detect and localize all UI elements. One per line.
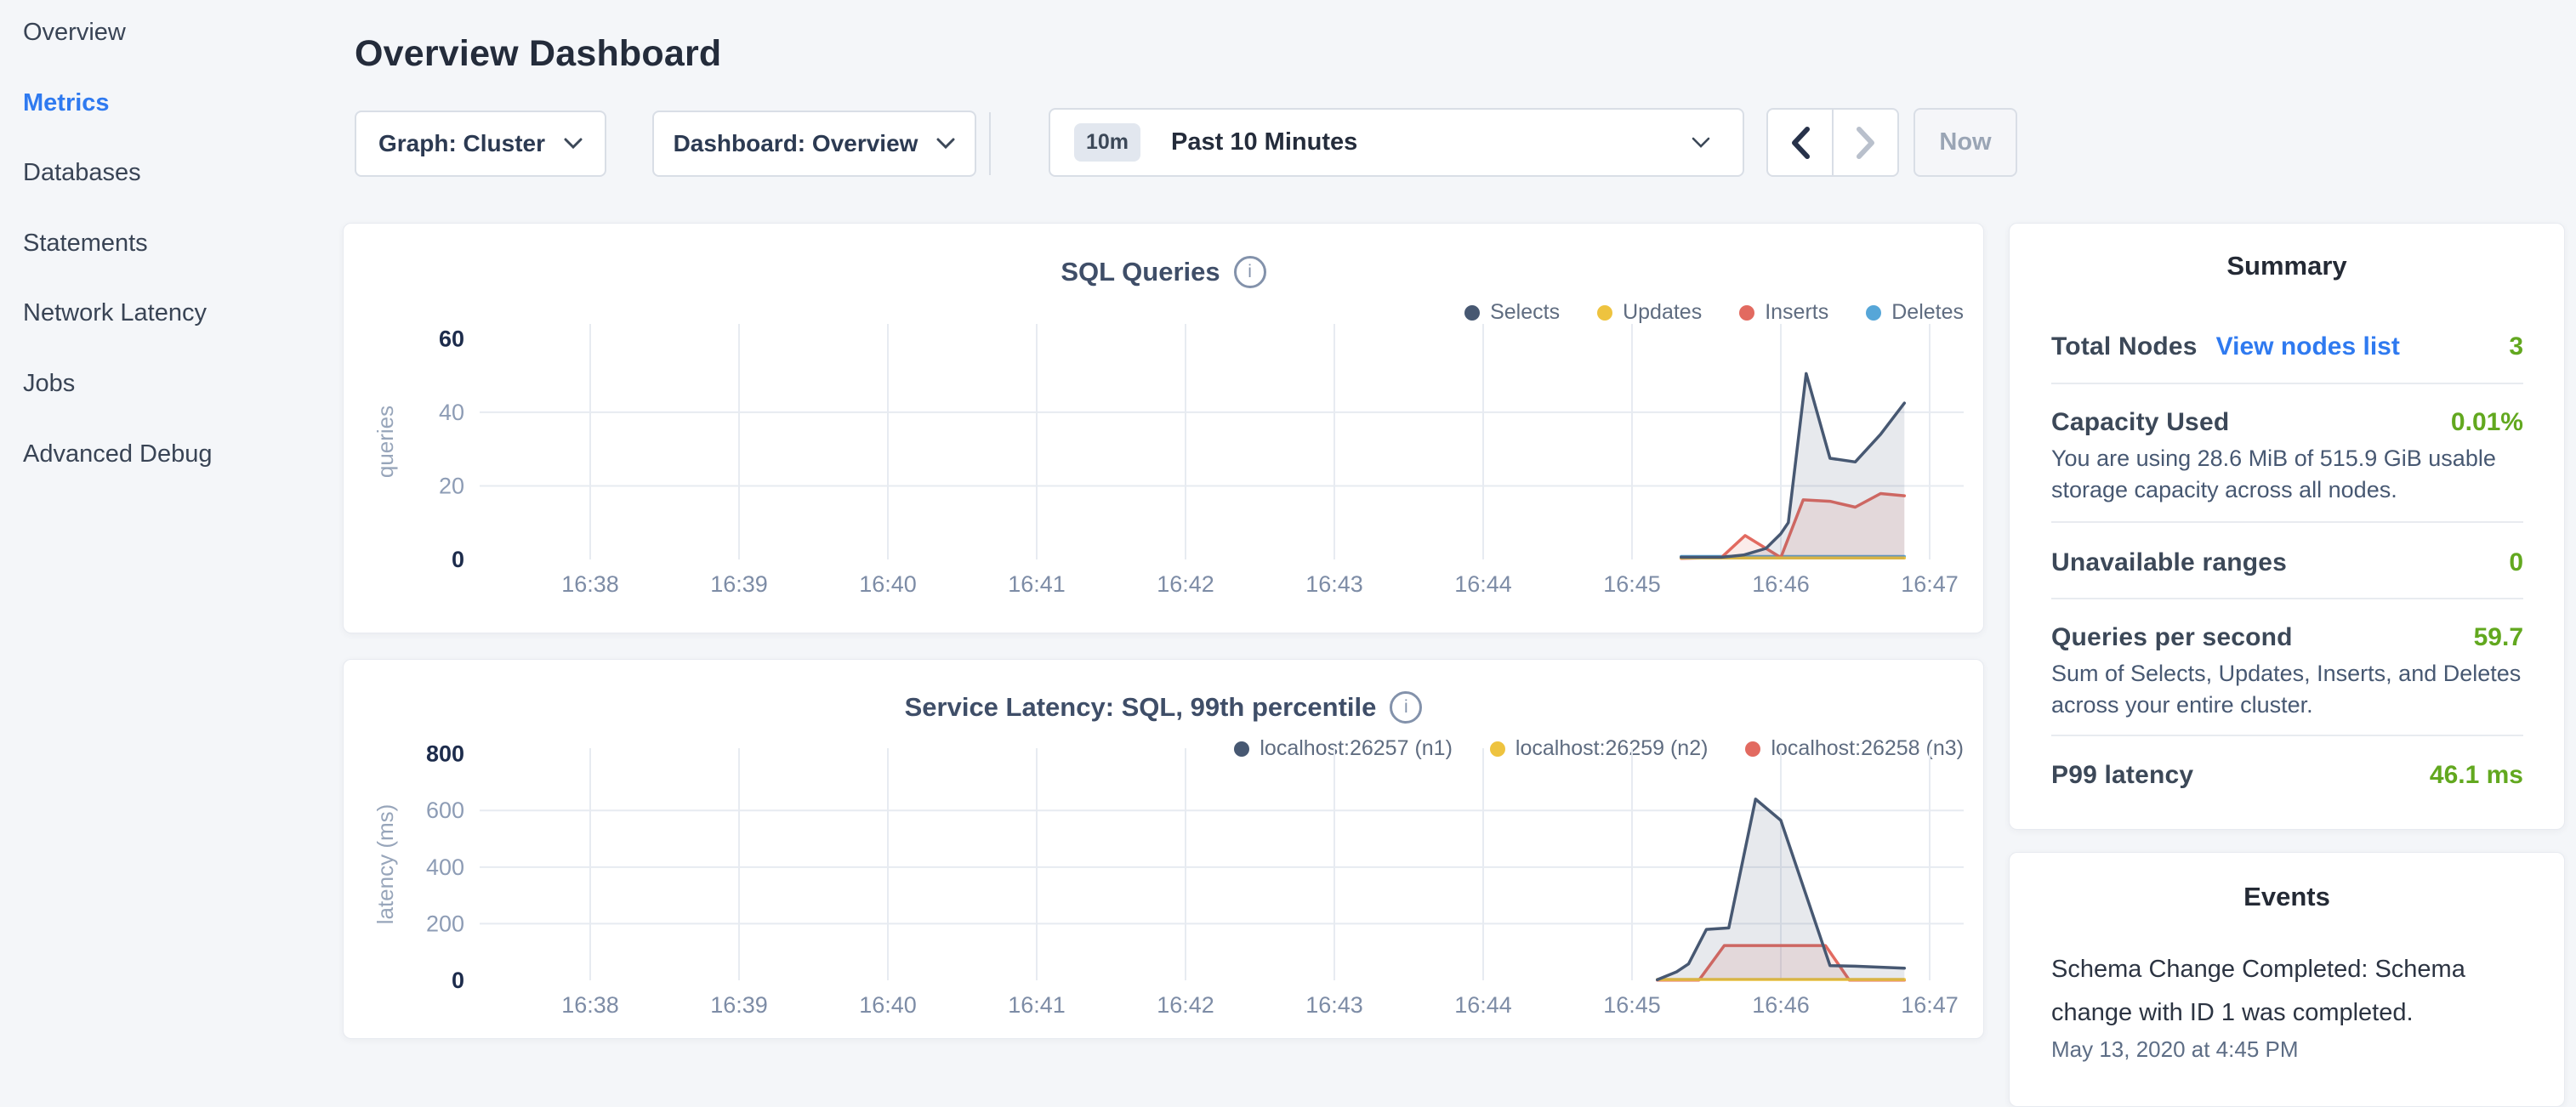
sidebar-item-statements[interactable]: Statements <box>23 226 148 260</box>
summary-label: Queries per second <box>2051 623 2293 652</box>
event-message[interactable]: Schema Change Completed: Schema change w… <box>2051 948 2527 1035</box>
sql-queries-chart[interactable]: 16:38 16:39 16:40 16:41 16:42 16:43 16:44 16:45… <box>344 224 1985 634</box>
svg-text:16:41: 16:41 <box>1008 992 1066 1018</box>
time-range-badge: 10m <box>1074 123 1140 162</box>
summary-row-queries-per-second: Queries per second 59.7 <box>2051 620 2523 656</box>
summary-title: Summary <box>2010 251 2564 281</box>
svg-text:200: 200 <box>426 911 464 936</box>
svg-text:16:44: 16:44 <box>1454 992 1512 1018</box>
event-timestamp: May 13, 2020 at 4:45 PM <box>2051 1036 2299 1063</box>
svg-text:16:39: 16:39 <box>710 992 768 1018</box>
summary-panel: Summary Total Nodes View nodes list 3 Ca… <box>2009 223 2565 830</box>
summary-label: Unavailable ranges <box>2051 548 2287 577</box>
chevron-down-icon <box>564 138 583 150</box>
svg-text:queries: queries <box>372 406 398 478</box>
summary-value: 59.7 <box>2474 623 2523 652</box>
time-range-label: Past 10 Minutes <box>1171 128 1357 156</box>
summary-row-unavailable-ranges: Unavailable ranges 0 <box>2051 545 2523 581</box>
graph-dropdown[interactable]: Graph: Cluster <box>355 111 606 177</box>
sidebar-item-advanced-debug[interactable]: Advanced Debug <box>23 437 213 471</box>
summary-label: P99 latency <box>2051 761 2193 790</box>
service-latency-chart-card: Service Latency: SQL, 99th percentile i … <box>343 659 1984 1039</box>
svg-text:16:43: 16:43 <box>1305 571 1363 597</box>
time-prev-button[interactable] <box>1768 110 1834 175</box>
service-latency-chart[interactable]: 16:38 16:39 16:40 16:41 16:42 16:43 16:44 16:45… <box>344 660 1985 1040</box>
summary-label: Total Nodes <box>2051 332 2198 361</box>
events-title: Events <box>2010 882 2564 912</box>
view-nodes-list-link[interactable]: View nodes list <box>2216 332 2400 361</box>
svg-text:16:40: 16:40 <box>859 992 917 1018</box>
svg-text:16:46: 16:46 <box>1752 571 1810 597</box>
svg-text:400: 400 <box>426 854 464 880</box>
summary-note: You are using 28.6 MiB of 515.9 GiB usab… <box>2051 443 2530 506</box>
svg-text:40: 40 <box>439 400 464 425</box>
svg-text:16:44: 16:44 <box>1454 571 1512 597</box>
svg-text:20: 20 <box>439 473 464 498</box>
svg-text:600: 600 <box>426 798 464 823</box>
summary-row-capacity-used: Capacity Used 0.01% <box>2051 405 2523 440</box>
page-title: Overview Dashboard <box>355 33 721 75</box>
time-step-buttons <box>1766 108 1899 177</box>
svg-text:16:46: 16:46 <box>1752 992 1810 1018</box>
sql-queries-chart-card: SQL Queries i SelectsUpdatesInsertsDelet… <box>343 223 1984 633</box>
dashboard-dropdown[interactable]: Dashboard: Overview <box>652 111 976 177</box>
summary-value: 46.1 ms <box>2430 761 2523 790</box>
svg-text:16:47: 16:47 <box>1901 571 1959 597</box>
svg-text:16:42: 16:42 <box>1157 571 1214 597</box>
svg-text:16:47: 16:47 <box>1901 992 1959 1018</box>
events-panel: Events Schema Change Completed: Schema c… <box>2009 852 2565 1107</box>
sidebar-item-overview[interactable]: Overview <box>23 15 126 49</box>
chevron-down-icon <box>936 138 955 150</box>
svg-text:16:39: 16:39 <box>710 571 768 597</box>
now-button[interactable]: Now <box>1914 108 2017 177</box>
summary-value: 3 <box>2509 332 2523 361</box>
svg-text:16:40: 16:40 <box>859 571 917 597</box>
sidebar-item-metrics[interactable]: Metrics <box>23 86 110 120</box>
svg-text:16:45: 16:45 <box>1603 992 1661 1018</box>
summary-value: 0 <box>2509 548 2523 577</box>
toolbar-divider <box>989 112 991 175</box>
chevron-left-icon <box>1790 127 1811 159</box>
summary-divider <box>2051 521 2523 523</box>
graph-dropdown-label: Graph: Cluster <box>378 130 545 157</box>
svg-text:16:42: 16:42 <box>1157 992 1214 1018</box>
summary-note: Sum of Selects, Updates, Inserts, and De… <box>2051 658 2530 721</box>
chevron-down-icon <box>1692 137 1710 149</box>
sidebar-item-network-latency[interactable]: Network Latency <box>23 296 207 330</box>
svg-text:0: 0 <box>452 968 464 993</box>
summary-value: 0.01% <box>2451 408 2523 437</box>
svg-text:16:43: 16:43 <box>1305 992 1363 1018</box>
svg-text:16:38: 16:38 <box>561 571 619 597</box>
sidebar-item-databases[interactable]: Databases <box>23 156 141 190</box>
chevron-right-icon <box>1856 127 1876 159</box>
summary-divider <box>2051 598 2523 599</box>
svg-text:16:41: 16:41 <box>1008 571 1066 597</box>
svg-text:16:45: 16:45 <box>1603 571 1661 597</box>
svg-text:800: 800 <box>426 741 464 767</box>
dashboard-dropdown-label: Dashboard: Overview <box>674 130 918 157</box>
summary-row-p99-latency: P99 latency 46.1 ms <box>2051 758 2523 793</box>
summary-divider <box>2051 735 2523 736</box>
time-range-selector[interactable]: 10m Past 10 Minutes <box>1049 108 1744 177</box>
summary-divider <box>2051 383 2523 384</box>
time-next-button[interactable] <box>1834 110 1897 175</box>
svg-text:16:38: 16:38 <box>561 992 619 1018</box>
svg-text:latency (ms): latency (ms) <box>372 804 398 925</box>
svg-text:60: 60 <box>439 326 464 351</box>
sidebar-item-jobs[interactable]: Jobs <box>23 366 75 400</box>
now-button-label: Now <box>1939 128 1991 156</box>
summary-label: Capacity Used <box>2051 408 2229 437</box>
summary-row-total-nodes: Total Nodes View nodes list 3 <box>2051 329 2523 365</box>
svg-text:0: 0 <box>452 547 464 572</box>
